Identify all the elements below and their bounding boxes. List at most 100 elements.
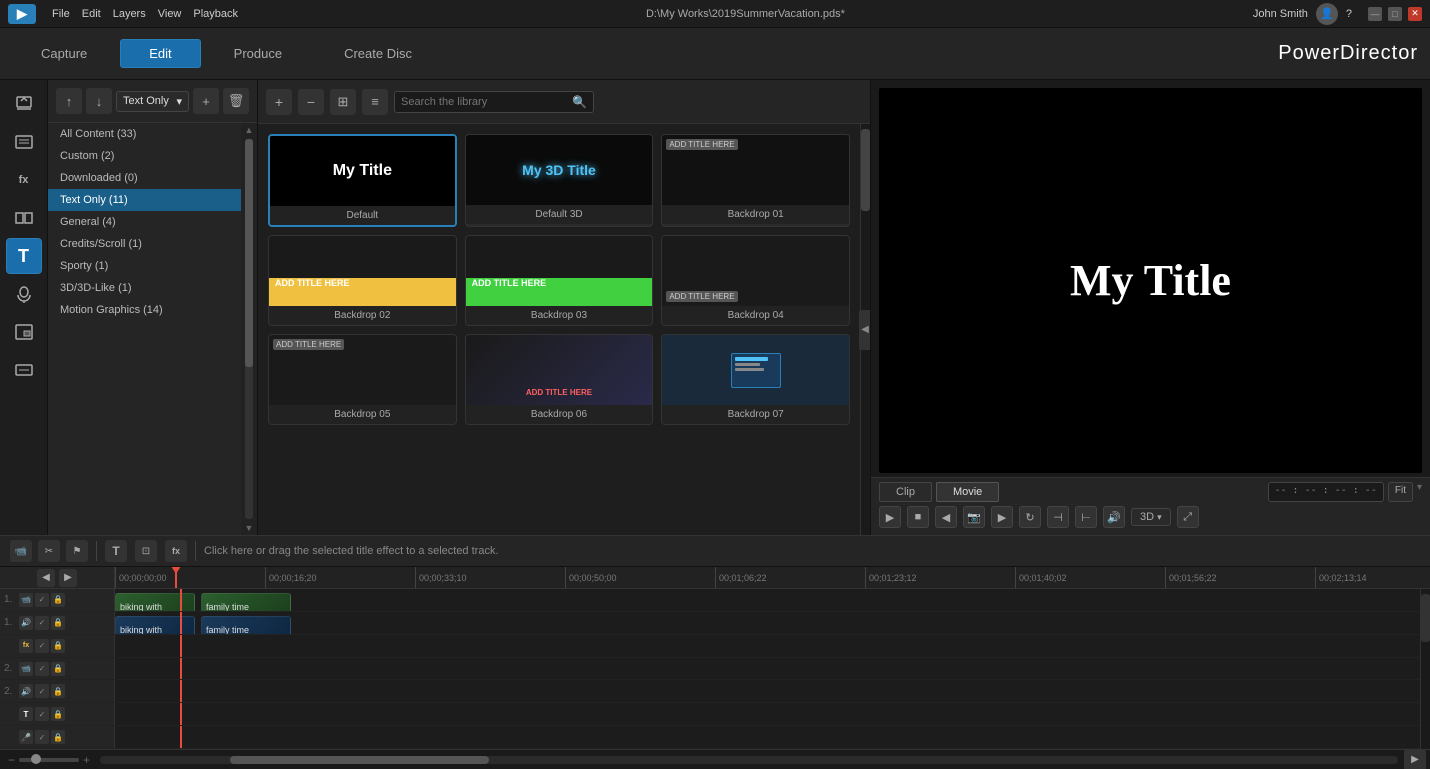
- ruler-scroll-right[interactable]: ▶: [59, 569, 77, 587]
- zoom-in-btn[interactable]: +: [83, 753, 90, 767]
- clip-audio-biking[interactable]: biking with: [115, 616, 195, 634]
- cat-downloaded[interactable]: Downloaded (0): [48, 167, 241, 189]
- track-lock-fx[interactable]: 🔒: [51, 639, 65, 653]
- track-fx-icon[interactable]: fx: [19, 639, 33, 653]
- cat-custom[interactable]: Custom (2): [48, 145, 241, 167]
- ruler-scroll-left[interactable]: ◀: [37, 569, 55, 587]
- threed-btn[interactable]: 3D ▾: [1131, 508, 1171, 526]
- clip-biking[interactable]: biking with: [115, 593, 195, 611]
- add-title-btn[interactable]: +: [266, 89, 292, 115]
- fit-select[interactable]: Fit: [1388, 482, 1413, 502]
- fx-btn[interactable]: fx: [6, 162, 42, 198]
- loop-btn[interactable]: ↻: [1019, 506, 1041, 528]
- fullscreen-btn[interactable]: ⤢: [1177, 506, 1199, 528]
- zoom-out-btn[interactable]: −: [8, 753, 15, 767]
- title-room-btn[interactable]: T: [6, 238, 42, 274]
- tab-produce[interactable]: Produce: [205, 39, 311, 68]
- tab-edit[interactable]: Edit: [120, 39, 200, 68]
- cat-textonly[interactable]: Text Only (11): [48, 189, 241, 211]
- movie-tab[interactable]: Movie: [936, 482, 999, 502]
- track-check-audio1[interactable]: ✓: [35, 616, 49, 630]
- volume-btn[interactable]: 🔊: [1103, 506, 1125, 528]
- minimize-btn[interactable]: —: [1368, 7, 1382, 21]
- pip-designer-btn[interactable]: [6, 314, 42, 350]
- cat-all[interactable]: All Content (33): [48, 123, 241, 145]
- track-lock-video2[interactable]: 🔒: [51, 662, 65, 676]
- import-media-btn[interactable]: [6, 86, 42, 122]
- add-btn[interactable]: +: [193, 88, 219, 114]
- track-audio-icon1[interactable]: 🔊: [19, 616, 33, 630]
- title-card-backdrop01[interactable]: ADD TITLE HERE Backdrop 01: [661, 134, 850, 227]
- next-frame-btn[interactable]: ▶: [991, 506, 1013, 528]
- menu-playback[interactable]: Playback: [193, 8, 238, 20]
- remove-title-btn[interactable]: −: [298, 89, 324, 115]
- delete-btn[interactable]: 🗑: [223, 88, 249, 114]
- title-card-backdrop03[interactable]: ADD TITLE HERE Backdrop 03: [465, 235, 654, 326]
- scroll-right-btn[interactable]: ▶: [1404, 749, 1426, 769]
- clip-family[interactable]: family time: [201, 593, 291, 611]
- cat-creditsscroll[interactable]: Credits/Scroll (1): [48, 233, 241, 255]
- menu-file[interactable]: File: [52, 8, 70, 20]
- scroll-down-icon[interactable]: ▼: [245, 523, 254, 533]
- subtitle-btn[interactable]: ⊡: [135, 540, 157, 562]
- title-card-backdrop07[interactable]: Backdrop 07: [661, 334, 850, 425]
- tab-capture[interactable]: Capture: [12, 39, 116, 68]
- panel-collapse-btn[interactable]: ◀: [859, 310, 870, 350]
- track-lock-audio2[interactable]: 🔒: [51, 684, 65, 698]
- cat-3dlike[interactable]: 3D/3D-Like (1): [48, 277, 241, 299]
- title-card-backdrop06[interactable]: ADD TITLE HERE Backdrop 06: [465, 334, 654, 425]
- track-lock-mic[interactable]: 🔒: [51, 730, 65, 744]
- title-card-default[interactable]: My Title Default: [268, 134, 457, 227]
- help-icon[interactable]: ?: [1346, 8, 1352, 20]
- track-audio-icon2[interactable]: 🔊: [19, 684, 33, 698]
- fx-timeline-btn[interactable]: fx: [165, 540, 187, 562]
- subtitle-room-btn[interactable]: [6, 352, 42, 388]
- filter-dropdown[interactable]: Text Only ▾: [116, 91, 189, 112]
- track-title-text-icon[interactable]: T: [19, 707, 33, 721]
- tab-createdisc[interactable]: Create Disc: [315, 39, 441, 68]
- list-view-btn[interactable]: ≡: [362, 89, 388, 115]
- cat-motiongraphics[interactable]: Motion Graphics (14): [48, 299, 241, 321]
- timeline-icon2[interactable]: ✂: [38, 540, 60, 562]
- search-icon[interactable]: 🔍: [572, 95, 587, 109]
- track-check-video2[interactable]: ✓: [35, 662, 49, 676]
- app-logo[interactable]: ▶: [8, 4, 36, 24]
- export-btn[interactable]: ↓: [86, 88, 112, 114]
- title-card-backdrop04[interactable]: ADD TITLE HERE Backdrop 04: [661, 235, 850, 326]
- clip-tab[interactable]: Clip: [879, 482, 932, 502]
- zoom-slider[interactable]: [19, 758, 79, 762]
- track-lock-audio1[interactable]: 🔒: [51, 616, 65, 630]
- track-check-mic[interactable]: ✓: [35, 730, 49, 744]
- import-btn[interactable]: ↑: [56, 88, 82, 114]
- cat-sporty[interactable]: Sporty (1): [48, 255, 241, 277]
- timeline-icon3[interactable]: ⚑: [66, 540, 88, 562]
- prev-frame-btn[interactable]: ◀: [935, 506, 957, 528]
- title-card-default3d[interactable]: My 3D Title Default 3D: [465, 134, 654, 227]
- mark-in-btn[interactable]: ⊣: [1047, 506, 1069, 528]
- snapshot-btn[interactable]: 📷: [963, 506, 985, 528]
- grid-view-btn[interactable]: ⊞: [330, 89, 356, 115]
- scroll-up-icon[interactable]: ▲: [245, 125, 254, 135]
- maximize-btn[interactable]: □: [1388, 7, 1402, 21]
- mark-out-btn[interactable]: ⊢: [1075, 506, 1097, 528]
- track-lock-icon1[interactable]: 🔒: [51, 593, 65, 607]
- track-video-icon[interactable]: 📹: [19, 593, 33, 607]
- track-mic-icon[interactable]: 🎤: [19, 730, 33, 744]
- h-scrollbar[interactable]: [100, 756, 1398, 764]
- media-library-btn[interactable]: [6, 124, 42, 160]
- menu-edit[interactable]: Edit: [82, 8, 101, 20]
- title-text-btn[interactable]: T: [105, 540, 127, 562]
- transitions-btn[interactable]: [6, 200, 42, 236]
- track-lock-title[interactable]: 🔒: [51, 707, 65, 721]
- title-card-backdrop02[interactable]: ADD TITLE HERE Backdrop 02: [268, 235, 457, 326]
- track-check-audio2[interactable]: ✓: [35, 684, 49, 698]
- timeline-vertical-scrollbar[interactable]: [1420, 589, 1430, 749]
- cat-general[interactable]: General (4): [48, 211, 241, 233]
- close-btn[interactable]: ✕: [1408, 7, 1422, 21]
- track-check-icon1[interactable]: ✓: [35, 593, 49, 607]
- title-card-backdrop05[interactable]: ADD TITLE HERE Backdrop 05: [268, 334, 457, 425]
- track-check-fx[interactable]: ✓: [35, 639, 49, 653]
- track-check-title[interactable]: ✓: [35, 707, 49, 721]
- audio-room-btn[interactable]: [6, 276, 42, 312]
- category-scrollbar[interactable]: ▲ ▼: [241, 123, 257, 535]
